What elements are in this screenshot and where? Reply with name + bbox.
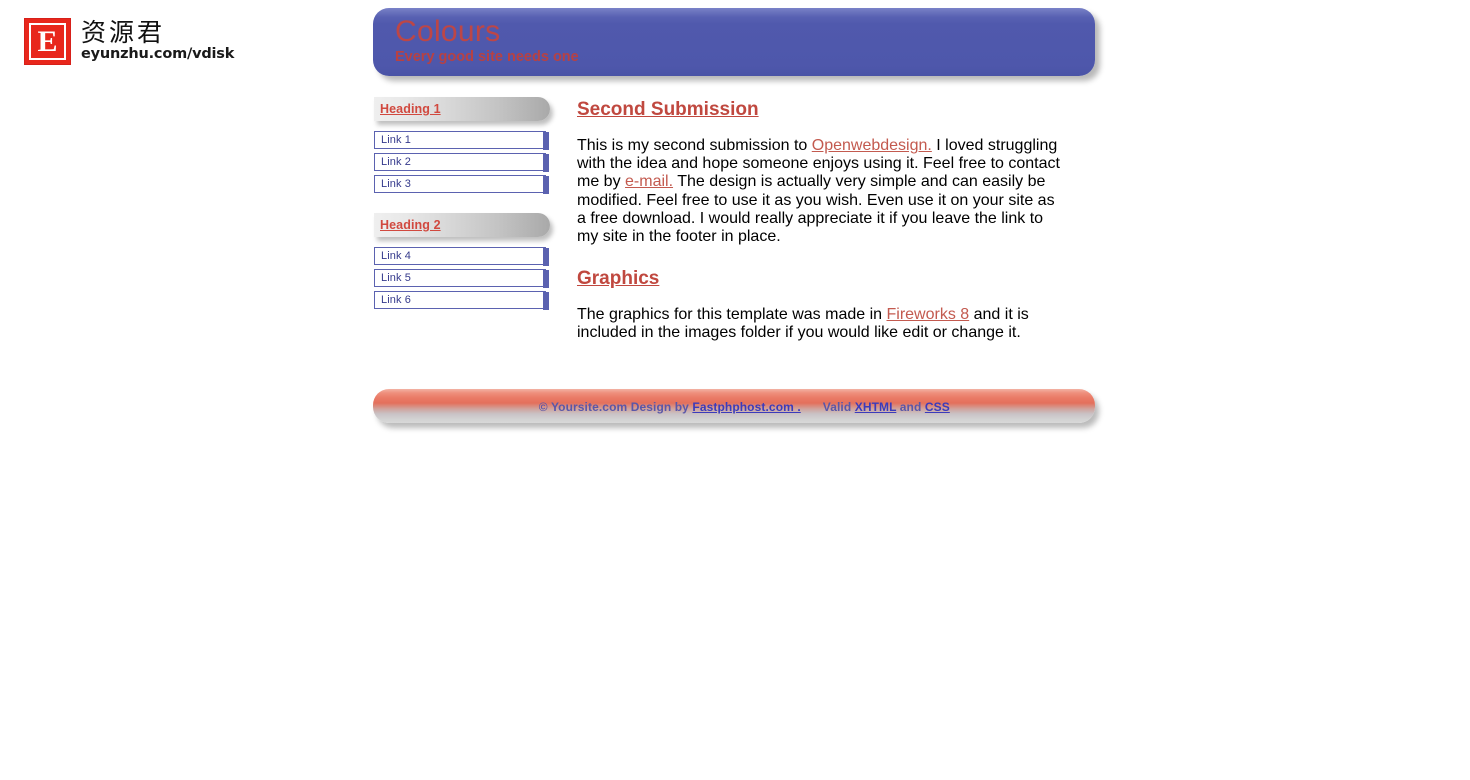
- sidebar-item-accent: [543, 154, 549, 172]
- site-tagline: Every good site needs one: [395, 49, 579, 65]
- sidebar-item-link-3[interactable]: Link 3: [374, 175, 549, 194]
- sidebar-item-link-6[interactable]: Link 6: [374, 291, 549, 310]
- sidebar: Heading 1 Link 1 Link 2 Link 3 Heading 2…: [373, 97, 550, 313]
- main-content: Second Submission This is my second subm…: [550, 97, 1095, 343]
- inline-link-1[interactable]: Fireworks 8: [886, 306, 969, 323]
- sidebar-item-link-6-label: Link 6: [381, 294, 411, 306]
- inline-link-3[interactable]: e-mail.: [625, 173, 673, 190]
- page-container: Colours Every good site needs one Headin…: [373, 8, 1095, 423]
- footer-and-text: and: [896, 399, 925, 414]
- sidebar-link-list-1: Link 1 Link 2 Link 3: [374, 131, 550, 194]
- sidebar-item-link-4[interactable]: Link 4: [374, 247, 549, 266]
- sidebar-item-accent: [543, 270, 549, 288]
- sidebar-item-link-2-label: Link 2: [381, 156, 411, 168]
- logo-chinese-name: 资源君: [81, 18, 166, 47]
- sidebar-item-accent: [543, 176, 549, 194]
- footer-xhtml-link[interactable]: XHTML: [855, 400, 897, 414]
- sidebar-heading-1: Heading 1: [374, 97, 550, 121]
- sidebar-item-link-1[interactable]: Link 1: [374, 131, 549, 150]
- section-paragraph-second-submission: This is my second submission to Openwebd…: [577, 137, 1060, 246]
- section-heading-graphics: Graphics: [577, 268, 660, 290]
- site-watermark-logo: E 资源君 eyunzhu.com/vdisk: [24, 18, 234, 65]
- sidebar-item-accent: [543, 292, 549, 310]
- footer-bar: © Yoursite.com Design by Fastphphost.com…: [373, 388, 1095, 423]
- sidebar-heading-2-label: Heading 2: [380, 218, 441, 232]
- sidebar-link-list-2: Link 4 Link 5 Link 6: [374, 247, 550, 310]
- sidebar-item-link-4-label: Link 4: [381, 250, 411, 262]
- sidebar-heading-2: Heading 2: [374, 213, 550, 237]
- logo-mark-icon: E: [24, 18, 71, 65]
- site-title: Colours: [395, 15, 501, 48]
- page-columns: Heading 1 Link 1 Link 2 Link 3 Heading 2…: [373, 76, 1095, 343]
- sidebar-group-2: Heading 2: [374, 213, 550, 237]
- sidebar-item-accent: [543, 132, 549, 150]
- sidebar-item-link-5-label: Link 5: [381, 272, 411, 284]
- sidebar-item-link-3-label: Link 3: [381, 178, 411, 190]
- sidebar-item-accent: [543, 248, 549, 266]
- logo-domain: eyunzhu.com/vdisk: [81, 46, 235, 62]
- sidebar-item-link-1-label: Link 1: [381, 134, 411, 146]
- footer-text: © Yoursite.com Design by Fastphphost.com…: [518, 389, 950, 423]
- footer-designer-link[interactable]: Fastphphost.com .: [692, 400, 800, 414]
- section-paragraph-graphics: The graphics for this template was made …: [577, 306, 1029, 342]
- footer-valid-prefix: Valid: [822, 399, 855, 414]
- sidebar-item-link-5[interactable]: Link 5: [374, 269, 549, 288]
- sidebar-item-link-2[interactable]: Link 2: [374, 153, 549, 172]
- section-heading-second-submission: Second Submission: [577, 99, 759, 120]
- footer-copyright: © Yoursite.com Design by: [538, 399, 693, 414]
- header-banner: Colours Every good site needs one: [373, 8, 1095, 76]
- sidebar-group-1: Heading 1: [374, 97, 550, 121]
- sidebar-heading-1-label: Heading 1: [380, 102, 441, 116]
- footer-css-link[interactable]: CSS: [925, 400, 950, 414]
- logo-letter: E: [37, 24, 58, 58]
- logo-mark-border: E: [29, 23, 66, 60]
- logo-text-block: 资源君 eyunzhu.com/vdisk: [81, 18, 234, 63]
- inline-link-1[interactable]: Openwebdesign.: [812, 137, 932, 154]
